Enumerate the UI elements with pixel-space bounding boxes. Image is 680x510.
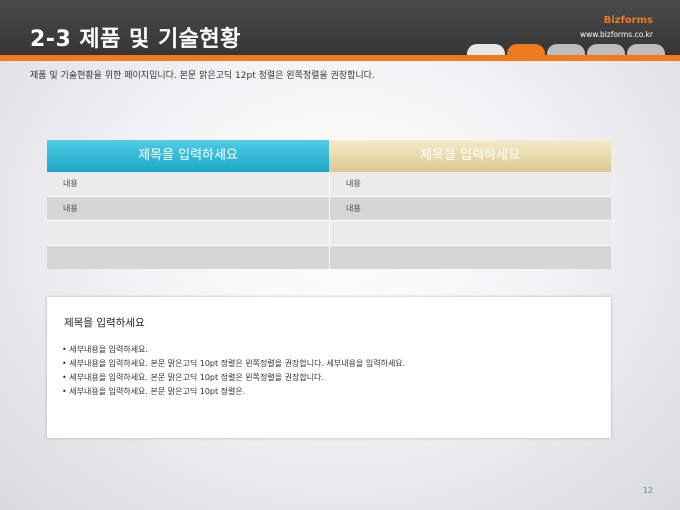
content-box: 제목을 입력하세요 세부내용을 입력하세요. 세부내용을 입력하세요. 본문 맑… — [47, 297, 611, 438]
content-box-title: 제목을 입력하세요 — [64, 317, 145, 329]
table-header-left: 제목을 입력하세요 — [47, 140, 329, 172]
accent-bar — [0, 55, 680, 61]
header-bar: 2-3 제품 및 기술현황 Bizforms www.bizforms.co.k… — [0, 0, 680, 57]
bullet-item: 세부내용을 입력하세요. 본문 맑은고딕 10pt 정렬은. — [62, 385, 405, 399]
table-cell: 내용 — [47, 196, 329, 220]
table-cell — [329, 245, 611, 269]
bullet-list: 세부내용을 입력하세요. 세부내용을 입력하세요. 본문 맑은고딕 10pt 정… — [62, 343, 405, 399]
table-header-right: 제목을 입력하세요 — [329, 140, 611, 172]
table-row — [47, 244, 611, 269]
table-row: 내용 내용 — [47, 172, 611, 196]
page-subtitle: 제품 및 기술현황을 위한 페이지입니다. 본문 맑은고딕 12pt 정렬은 왼… — [30, 71, 375, 81]
table-cell — [329, 221, 611, 245]
bullet-item: 세부내용을 입력하세요. 본문 맑은고딕 10pt 정렬은 왼쪽정렬을 권장합니… — [62, 357, 405, 371]
page-title: 2-3 제품 및 기술현황 — [30, 27, 241, 52]
table-cell: 내용 — [47, 172, 329, 196]
page-number: 12 — [642, 486, 653, 495]
table-cell — [47, 221, 329, 245]
table-cell — [47, 245, 329, 269]
table-row — [47, 220, 611, 245]
brand-logo: Bizforms — [603, 15, 653, 26]
table-header-row: 제목을 입력하세요 제목을 입력하세요 — [47, 140, 611, 172]
table-cell: 내용 — [329, 196, 611, 220]
comparison-table: 제목을 입력하세요 제목을 입력하세요 내용 내용 내용 내용 — [47, 140, 611, 269]
table-row: 내용 내용 — [47, 195, 611, 220]
table-cell: 내용 — [329, 172, 611, 196]
brand-url: www.bizforms.co.kr — [579, 30, 653, 39]
bullet-item: 세부내용을 입력하세요. — [62, 343, 405, 357]
bullet-item: 세부내용을 입력하세요. 본문 맑은고딕 10pt 정렬은 왼쪽정렬을 권장합니… — [62, 371, 405, 385]
